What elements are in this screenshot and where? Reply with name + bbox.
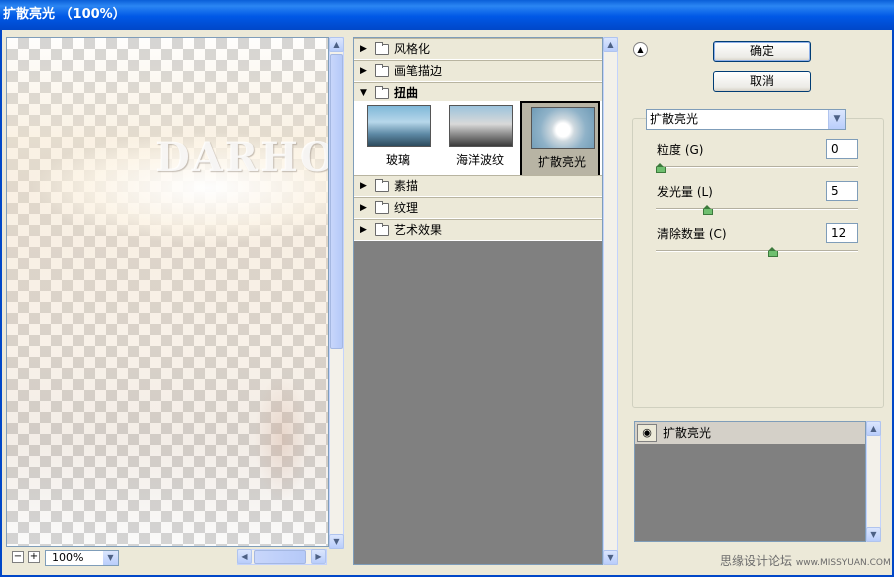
expand-arrow-icon[interactable]: ▶ xyxy=(360,176,367,196)
scroll-up-icon[interactable]: ▲ xyxy=(603,37,618,52)
chevron-down-icon[interactable]: ▼ xyxy=(828,110,845,129)
effect-layers-panel: ◉ 扩散亮光 xyxy=(634,421,866,542)
cancel-button[interactable]: 取消 xyxy=(713,71,811,92)
grain-label: 粒度 (G) xyxy=(657,143,704,157)
folder-icon xyxy=(375,179,389,192)
scroll-up-icon[interactable]: ▲ xyxy=(866,421,881,436)
filter-diffuse-glow[interactable]: 扩散亮光 xyxy=(520,101,600,181)
scroll-left-icon[interactable]: ◀ xyxy=(237,549,252,564)
category-label: 素描 xyxy=(394,179,419,193)
hscroll-thumb[interactable] xyxy=(254,550,306,564)
grain-slider-knob[interactable] xyxy=(656,163,666,173)
effect-layer-label: 扩散亮光 xyxy=(663,426,712,440)
eye-icon[interactable]: ◉ xyxy=(637,424,657,442)
site-watermark: 思缘设计论坛 www.MISSYUAN.COM xyxy=(720,552,891,569)
filter-thumbnail-image xyxy=(367,105,431,147)
grain-input[interactable]: 0 xyxy=(826,139,858,159)
category-stylize[interactable]: ▶ 风格化 xyxy=(354,38,602,60)
zoom-out-button[interactable]: − xyxy=(12,551,24,563)
preview-vertical-scrollbar[interactable]: ▲ ▼ xyxy=(329,37,344,549)
watermark-cn: 思缘设计论坛 xyxy=(720,554,793,568)
expand-arrow-icon[interactable]: ▶ xyxy=(360,39,367,59)
zoom-value: 100% xyxy=(52,551,84,564)
category-label: 画笔描边 xyxy=(394,64,443,78)
glow-amount-slider-knob[interactable] xyxy=(702,205,713,215)
folder-icon xyxy=(375,42,389,55)
category-texture[interactable]: ▶ 纹理 xyxy=(354,197,602,219)
filter-thumbnail-image xyxy=(531,107,595,149)
grain-slider-track[interactable] xyxy=(656,166,858,168)
glow-amount-label: 发光量 (L) xyxy=(657,185,713,199)
category-brush-strokes[interactable]: ▶ 画笔描边 xyxy=(354,60,602,82)
scroll-down-icon[interactable]: ▼ xyxy=(329,534,344,549)
zoom-in-button[interactable]: + xyxy=(28,551,40,563)
category-artistic[interactable]: ▶ 艺术效果 xyxy=(354,219,602,241)
filter-gallery: ▶ 风格化 ▶ 画笔描边 ▼ 扭曲 玻璃 海洋波纹 扩散亮光 ▶ 素描 ▶ 纹理 xyxy=(353,37,603,565)
ok-button[interactable]: 确定 xyxy=(713,41,811,62)
folder-icon xyxy=(375,201,389,214)
folder-icon xyxy=(375,223,389,236)
clear-amount-input[interactable]: 12 xyxy=(826,223,858,243)
category-sketch[interactable]: ▶ 素描 xyxy=(354,175,602,197)
chevron-down-icon[interactable]: ▼ xyxy=(103,551,118,565)
gallery-vertical-scrollbar[interactable]: ▲ ▼ xyxy=(603,37,618,565)
scroll-up-icon[interactable]: ▲ xyxy=(329,37,344,52)
expand-arrow-icon[interactable]: ▶ xyxy=(360,61,367,81)
filter-glass[interactable]: 玻璃 xyxy=(358,101,438,181)
layers-vertical-scrollbar[interactable]: ▲ ▼ xyxy=(866,421,881,542)
folder-open-icon xyxy=(375,86,389,99)
filter-label: 玻璃 xyxy=(385,153,410,167)
collapse-arrow-icon[interactable]: ▼ xyxy=(360,83,367,103)
clear-amount-label: 清除数量 (C) xyxy=(657,227,727,241)
glow-amount-slider-track[interactable] xyxy=(656,208,858,210)
window-title: 扩散亮光 （100%） xyxy=(0,0,894,30)
scroll-right-icon[interactable]: ▶ xyxy=(311,549,326,564)
filter-ocean-ripple[interactable]: 海洋波纹 xyxy=(440,101,520,181)
folder-icon xyxy=(375,64,389,77)
filter-label: 海洋波纹 xyxy=(455,153,504,167)
filter-settings-group xyxy=(632,118,884,408)
category-label: 风格化 xyxy=(394,42,431,56)
zoom-select[interactable]: 100% ▼ xyxy=(45,550,119,566)
preview-figure xyxy=(237,338,327,538)
effect-layer-row[interactable]: ◉ 扩散亮光 xyxy=(635,422,865,445)
filter-select[interactable]: 扩散亮光 ▼ xyxy=(646,109,846,130)
glow-amount-input[interactable]: 5 xyxy=(826,181,858,201)
watermark-en: www.MISSYUAN.COM xyxy=(795,558,891,568)
collapse-gallery-icon[interactable]: ▲ xyxy=(633,42,648,57)
filter-label: 扩散亮光 xyxy=(537,155,586,169)
expand-arrow-icon[interactable]: ▶ xyxy=(360,198,367,218)
preview-canvas[interactable]: DARHOS xyxy=(6,37,329,547)
filter-thumbnail-image xyxy=(449,105,513,147)
filter-select-value: 扩散亮光 xyxy=(650,112,699,126)
scroll-down-icon[interactable]: ▼ xyxy=(603,550,618,565)
clear-amount-slider-knob[interactable] xyxy=(767,247,778,257)
category-label: 纹理 xyxy=(394,201,419,215)
preview-image-text: DARHOS xyxy=(155,134,328,181)
filter-thumbnails: 玻璃 海洋波纹 扩散亮光 xyxy=(354,101,602,182)
clear-amount-slider-track[interactable] xyxy=(656,250,858,252)
category-label: 艺术效果 xyxy=(394,223,443,237)
scroll-down-icon[interactable]: ▼ xyxy=(866,527,881,542)
expand-arrow-icon[interactable]: ▶ xyxy=(360,220,367,240)
preview-horizontal-scrollbar[interactable]: ◀ ▶ xyxy=(237,549,327,565)
category-label: 扭曲 xyxy=(394,86,419,100)
scroll-thumb[interactable] xyxy=(330,54,343,349)
